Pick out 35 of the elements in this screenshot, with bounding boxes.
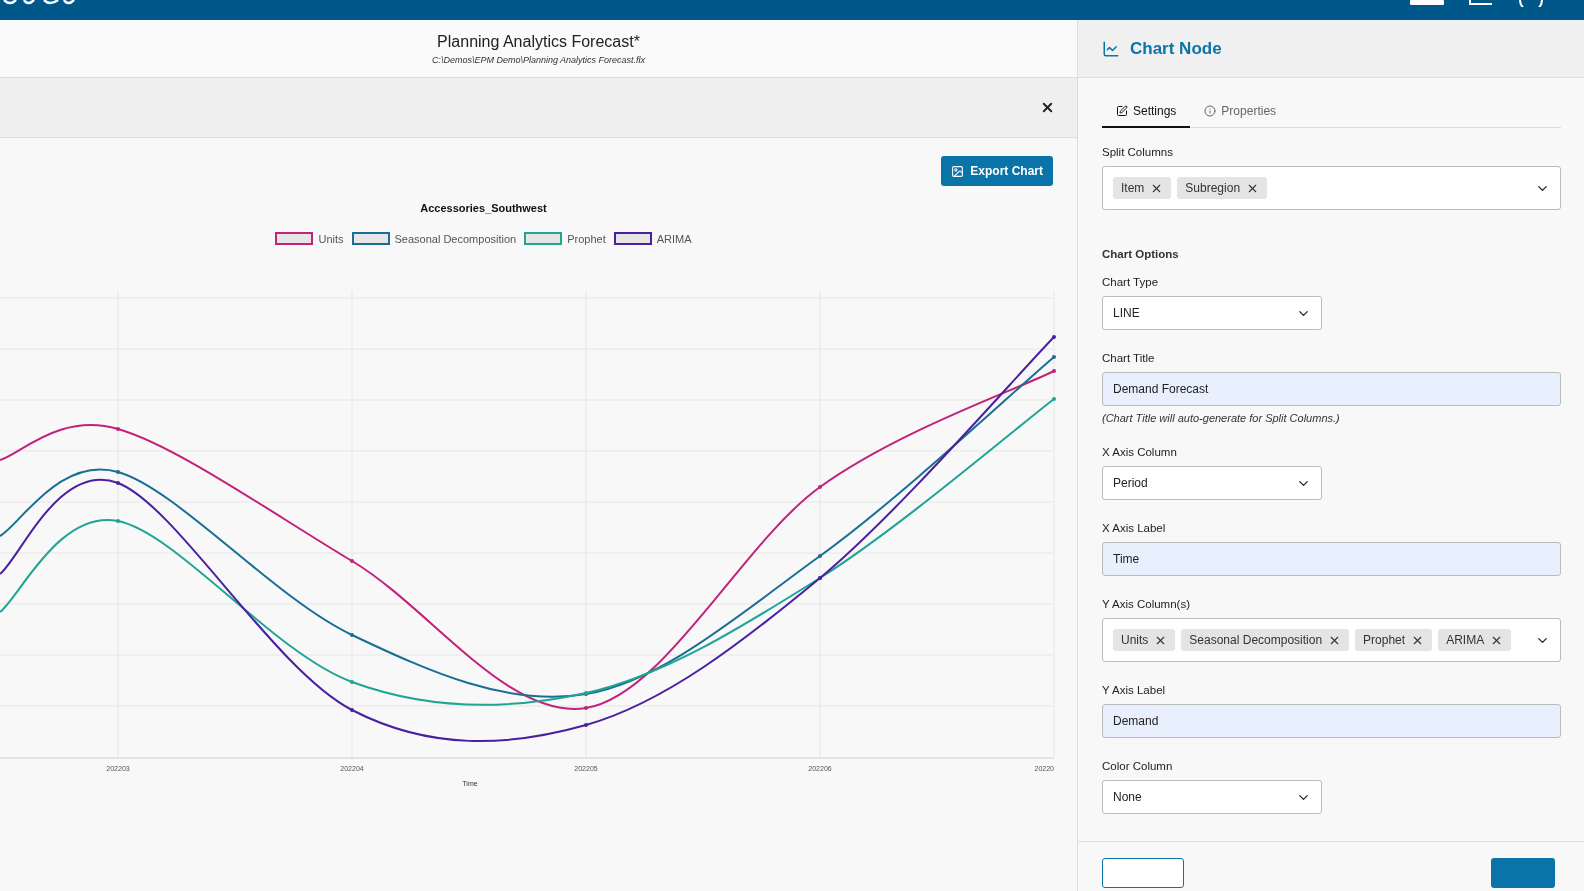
select-field[interactable]: None (1102, 780, 1322, 814)
legend-label: Units (318, 232, 344, 245)
field-label: Split Columns (1102, 146, 1174, 158)
tab[interactable]: Settings (1102, 98, 1191, 128)
tag-chip: Subregion (1177, 177, 1268, 199)
field-label: X Axis Label (1102, 522, 1167, 534)
multi-select-field[interactable]: Item Subregion (1102, 166, 1561, 210)
chart-title: Accessories_Southwest (419, 202, 548, 214)
select-field[interactable]: Period (1102, 466, 1322, 500)
panel-title: Chart Node (1130, 38, 1222, 59)
field-hint: (Chart Title will auto-generate for Split Columns.) (1102, 412, 1341, 424)
field-label: Color Column (1102, 760, 1174, 772)
input-field[interactable]: Demand Forecast (1102, 372, 1561, 406)
input-field[interactable]: Time (1102, 542, 1561, 576)
input-field[interactable]: Demand (1102, 704, 1561, 738)
document-path: C:\Demos\EPM Demo\Planning Analytics Forecast.flx (431, 54, 646, 65)
tab[interactable]: Properties (1190, 98, 1291, 128)
tag-chip: Seasonal Decomposition (1181, 629, 1350, 651)
export-chart-button[interactable]: Export Chart (941, 156, 1053, 186)
select-field[interactable]: LINE (1102, 296, 1322, 330)
field-label: Y Axis Column(s) (1102, 598, 1191, 610)
tag-chip: Prophet (1355, 629, 1433, 651)
field-label: Y Axis Label (1102, 684, 1167, 696)
legend-label: ARIMA (656, 232, 692, 245)
section-heading: Chart Options (1102, 248, 1180, 260)
legend-label: Seasonal Decomposition (394, 232, 517, 245)
field-label: X Axis Column (1102, 446, 1178, 458)
tag-chip: ARIMA (1438, 629, 1512, 651)
document-title: Planning Analytics Forecast* (437, 32, 640, 51)
field-label: Chart Title (1102, 352, 1156, 364)
tag-chip: Units (1113, 629, 1176, 651)
multi-select-field[interactable]: Units Seasonal Decomposition Prophet ARIMA (1102, 618, 1561, 662)
legend-label: Prophet (567, 232, 606, 245)
tag-chip: Item (1113, 177, 1172, 199)
field-label: Chart Type (1102, 276, 1160, 288)
